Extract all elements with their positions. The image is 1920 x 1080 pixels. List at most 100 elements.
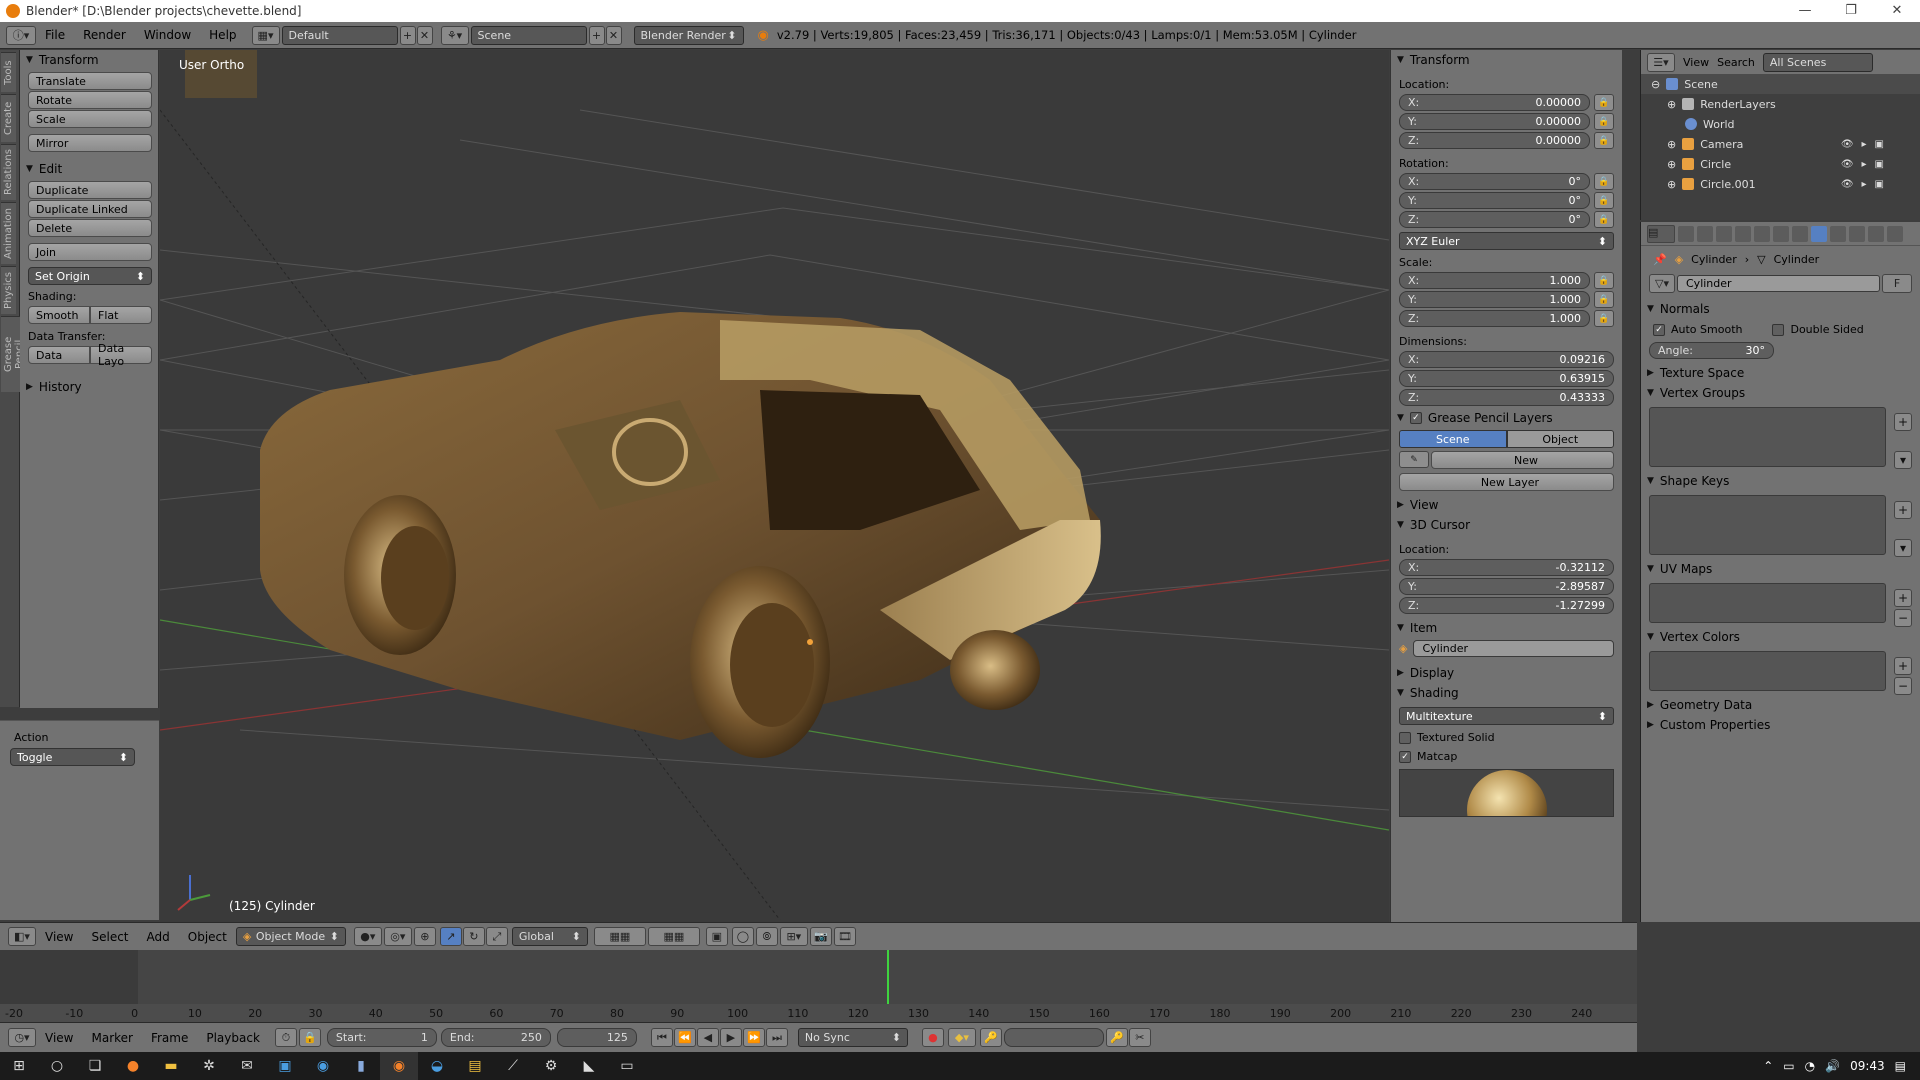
lock-icon[interactable]: 🔒	[1594, 173, 1614, 190]
clock[interactable]: 09:43	[1850, 1059, 1885, 1073]
scene-add-icon[interactable]: +	[588, 25, 605, 45]
jump-end-icon[interactable]: ⏭	[765, 1028, 788, 1047]
notes-icon[interactable]: ▮	[342, 1052, 380, 1080]
rotate-button[interactable]: Rotate	[28, 91, 152, 109]
duplicate-linked-button[interactable]: Duplicate Linked	[28, 200, 152, 218]
scene-selector[interactable]: Scene	[470, 25, 587, 45]
remove-vertex-color-icon[interactable]: −	[1894, 677, 1912, 695]
properties-editor-icon[interactable]: ▤	[1647, 224, 1675, 243]
preview-range-icon[interactable]: ⏱	[274, 1028, 297, 1047]
auto-smooth-toggle[interactable]: ✓ Auto Smooth	[1653, 323, 1742, 336]
more-icon[interactable]: ▾	[1894, 451, 1912, 469]
render-layers-tab-icon[interactable]	[1697, 225, 1713, 242]
battery-icon[interactable]: ▭	[1783, 1059, 1794, 1073]
pencil-icon[interactable]: ✎	[1399, 451, 1429, 468]
scene-icon[interactable]: ⚘▾	[440, 25, 469, 45]
cursor-y-field[interactable]: Y: -2.89587	[1399, 578, 1614, 595]
data-transfer-button[interactable]: Data	[28, 346, 90, 364]
scale-z-field[interactable]: Z: 1.000	[1399, 310, 1590, 327]
snap-toggle-icon[interactable]: ⦾	[755, 927, 778, 946]
menu-select[interactable]: Select	[82, 930, 137, 944]
timeline-editor-icon[interactable]: ◷▾	[8, 1028, 36, 1047]
data-layout-button[interactable]: Data Layo	[90, 342, 152, 368]
cursor-z-field[interactable]: Z: -1.27299	[1399, 597, 1614, 614]
layout-selector[interactable]: Default	[281, 25, 398, 45]
visibility-icons[interactable]: 👁▸▣	[1841, 159, 1892, 170]
custom-properties-header[interactable]: ▶ Custom Properties	[1641, 715, 1920, 735]
remove-uv-map-icon[interactable]: −	[1894, 609, 1912, 627]
matcap-toggle[interactable]: ✓ Matcap	[1399, 750, 1614, 763]
lock-range-icon[interactable]: 🔒	[298, 1028, 321, 1047]
snap-element-icon[interactable]: ⊞▾	[779, 927, 808, 946]
lock-icon[interactable]: 🔒	[1594, 113, 1614, 130]
3d-viewport[interactable]	[160, 50, 1389, 922]
layout-add-icon[interactable]: +	[399, 25, 416, 45]
lock-icon[interactable]: 🔒	[1594, 211, 1614, 228]
angle-field[interactable]: Angle: 30°	[1649, 342, 1774, 359]
editor-type-icon[interactable]: ◧▾	[8, 927, 36, 946]
jump-start-icon[interactable]: ⏮	[650, 1028, 673, 1047]
tab-create[interactable]: Create	[1, 94, 16, 142]
scale-x-field[interactable]: X: 1.000	[1399, 272, 1590, 289]
fake-user-button[interactable]: F	[1882, 274, 1912, 293]
outliner-row-world[interactable]: World	[1641, 114, 1920, 134]
rotate-manipulator-icon[interactable]: ↻	[462, 927, 485, 946]
grease-pencil-checkbox[interactable]: ✓	[1409, 412, 1422, 424]
vertex-colors-list[interactable]	[1649, 651, 1886, 691]
notifications-icon[interactable]: ▤	[1895, 1059, 1906, 1073]
keying-icon[interactable]: ◆▾	[947, 1028, 976, 1047]
menu-object[interactable]: Object	[179, 930, 236, 944]
mesh-data-tab-icon[interactable]	[1811, 225, 1827, 242]
current-frame-field[interactable]: 125	[556, 1028, 637, 1047]
scene-remove-icon[interactable]: ✕	[605, 25, 622, 45]
location-z-field[interactable]: Z: 0.00000	[1399, 132, 1590, 149]
dimension-x-field[interactable]: X: 0.09216	[1399, 351, 1614, 368]
timeline-menu-frame[interactable]: Frame	[142, 1031, 197, 1045]
tool-icon[interactable]: ⟋	[494, 1052, 532, 1080]
grease-tab-scene[interactable]: Scene	[1399, 430, 1507, 448]
wifi-icon[interactable]: ◔	[1805, 1059, 1815, 1073]
volume-icon[interactable]: 🔊	[1825, 1059, 1840, 1073]
timeline-menu-playback[interactable]: Playback	[197, 1031, 269, 1045]
insert-keyframe-icon[interactable]: 🔑	[1105, 1028, 1128, 1047]
firefox-icon[interactable]: ●	[114, 1052, 152, 1080]
lock-icon[interactable]: 🔒	[1594, 132, 1614, 149]
view-panel-header[interactable]: ▶ View	[1391, 495, 1622, 515]
delete-button[interactable]: Delete	[28, 219, 152, 237]
task-view-icon[interactable]: ❏	[76, 1052, 114, 1080]
material-tab-icon[interactable]	[1830, 225, 1846, 242]
mirror-button[interactable]: Mirror	[28, 134, 152, 152]
outliner-editor-icon[interactable]: ☰▾	[1647, 52, 1675, 72]
minimize-button[interactable]: —	[1782, 0, 1828, 22]
search-icon[interactable]: ○	[38, 1052, 76, 1080]
translate-manipulator-icon[interactable]: ↗	[439, 927, 462, 946]
particles-tab-icon[interactable]	[1868, 225, 1884, 242]
item-name-field[interactable]: Cylinder	[1413, 640, 1614, 657]
tab-physics[interactable]: Physics	[1, 266, 16, 314]
normals-header[interactable]: ▼ Normals	[1641, 299, 1920, 319]
keying-set-icon[interactable]: 🔑	[979, 1028, 1002, 1047]
render-tab-icon[interactable]	[1678, 225, 1694, 242]
timeline-ruler[interactable]: -20 -10 0 10 20 30 40 50 60 70 80 90 100 110 120 130 140…	[0, 1004, 1637, 1022]
add-uv-map-icon[interactable]: +	[1894, 589, 1912, 607]
layer-lock-icon[interactable]: ▣	[705, 927, 728, 946]
lock-icon[interactable]: 🔒	[1594, 94, 1614, 111]
constraints-tab-icon[interactable]	[1773, 225, 1789, 242]
opengl-anim-icon[interactable]: 🎞	[833, 927, 856, 946]
world-tab-icon[interactable]	[1735, 225, 1751, 242]
editor-icon[interactable]: ▤	[456, 1052, 494, 1080]
scale-y-field[interactable]: Y: 1.000	[1399, 291, 1590, 308]
outliner-row-renderlayers[interactable]: ⊕ RenderLayers	[1641, 94, 1920, 114]
rotation-y-field[interactable]: Y: 0°	[1399, 192, 1590, 209]
sync-dropdown[interactable]: No Sync ⬍	[797, 1028, 908, 1047]
layers-grid-icon[interactable]: ▦▦	[593, 927, 646, 946]
shape-keys-list[interactable]	[1649, 495, 1886, 555]
texture-space-header[interactable]: ▶ Texture Space	[1641, 363, 1920, 383]
matcap-preview[interactable]	[1399, 769, 1614, 817]
menu-add[interactable]: Add	[138, 930, 179, 944]
blender-taskbar-icon[interactable]: ◉	[380, 1052, 418, 1080]
menu-help[interactable]: Help	[200, 28, 245, 42]
visibility-icons[interactable]: 👁▸▣	[1841, 139, 1892, 150]
pivot-icon[interactable]: ◎▾	[383, 927, 412, 946]
tab-relations[interactable]: Relations	[1, 144, 16, 200]
